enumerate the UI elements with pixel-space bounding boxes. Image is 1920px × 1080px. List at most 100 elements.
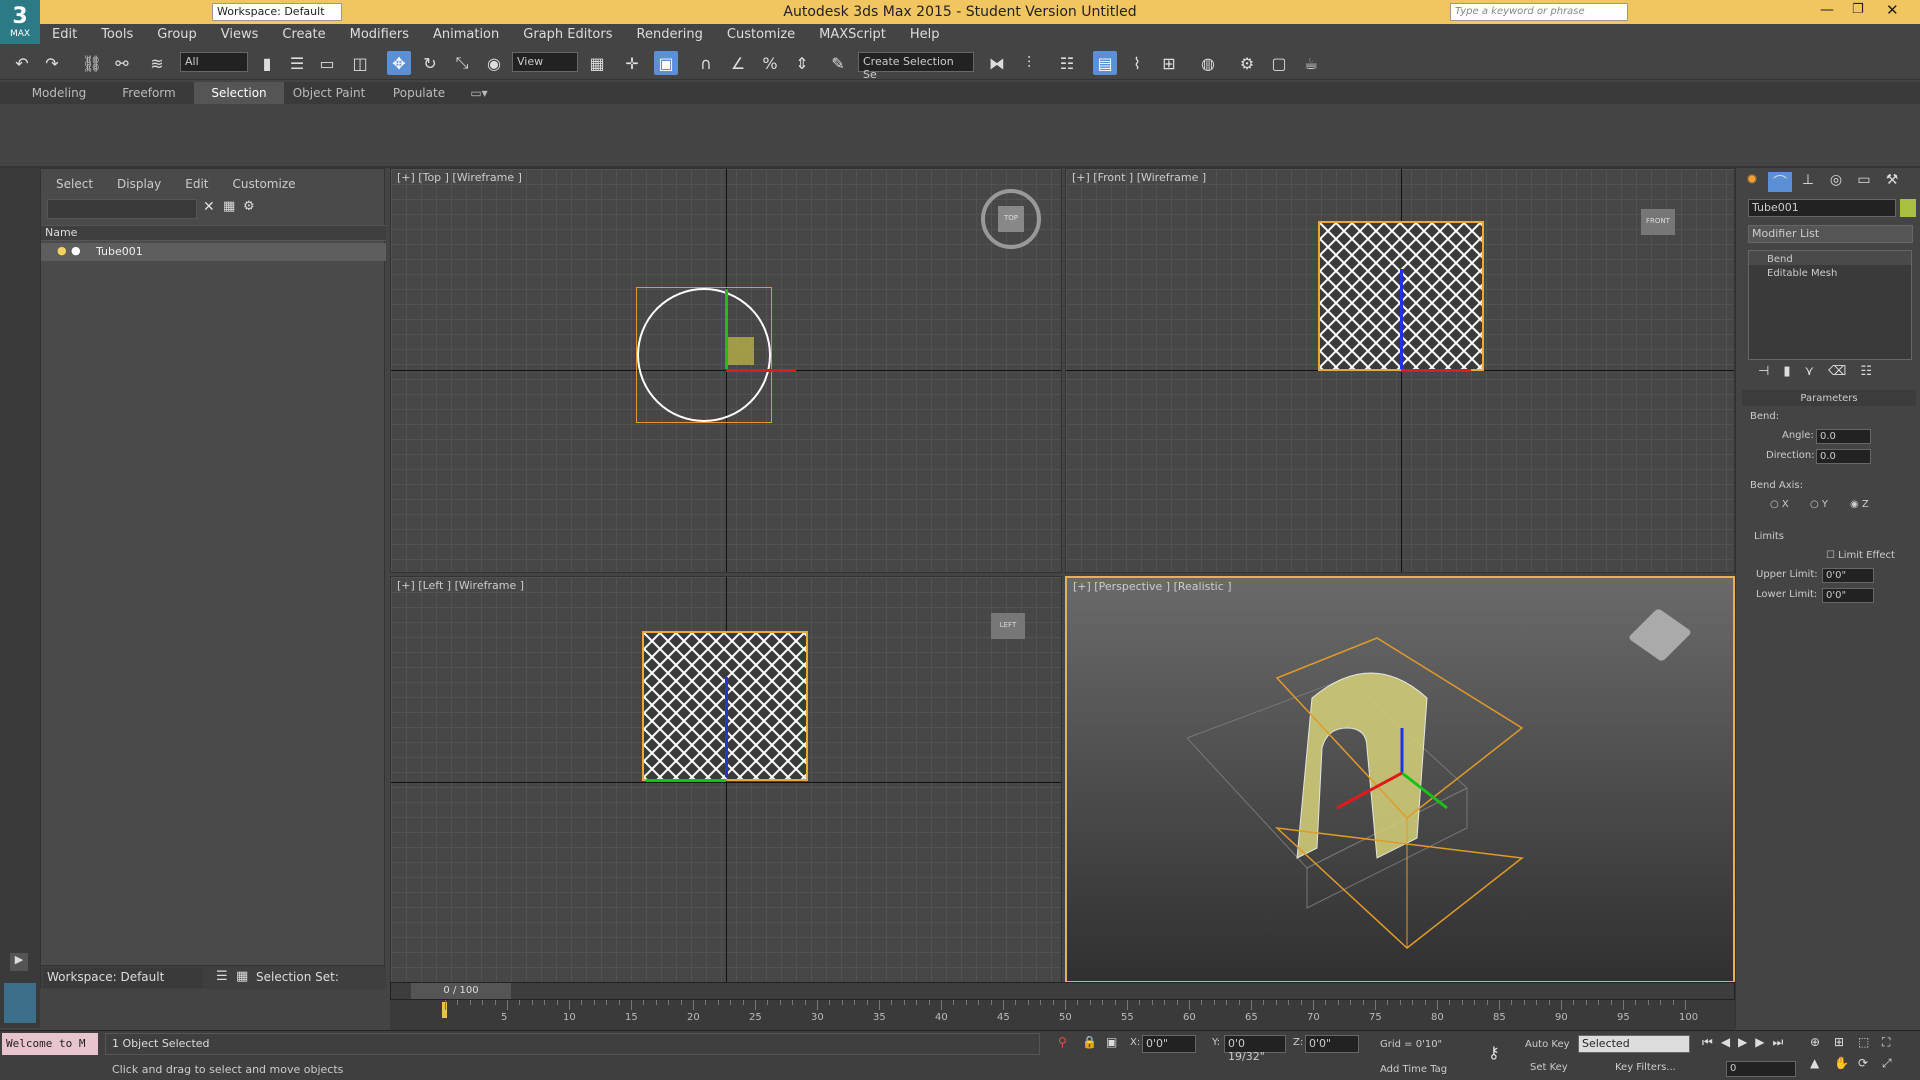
tab-freeform[interactable]: Freeform — [104, 82, 194, 104]
zoom-extents-all-icon[interactable]: ⛶ — [1882, 1035, 1906, 1050]
search-input[interactable]: Type a keyword or phrase — [1450, 3, 1628, 21]
reference-coordinate-dropdown[interactable]: View — [512, 52, 578, 72]
current-frame-field[interactable]: 0 — [1726, 1061, 1796, 1077]
layers-icon[interactable]: ☰ — [216, 969, 228, 984]
lower-limit-spinner[interactable]: 0'0" — [1822, 588, 1874, 603]
lock-icon[interactable]: 🔒 — [1082, 1035, 1097, 1049]
hierarchy-icon[interactable]: ⚙ — [243, 199, 255, 214]
curve-editor-icon[interactable]: ⌇ — [1125, 51, 1149, 75]
zoom-extents-icon[interactable]: ⬚ — [1858, 1035, 1882, 1050]
zoom-icon[interactable]: ⊕ — [1810, 1035, 1834, 1050]
viewport-label[interactable]: [+] [Left ] [Wireframe ] — [397, 579, 524, 592]
auto-key-button[interactable]: Auto Key — [1525, 1039, 1570, 1050]
key-filters-button[interactable]: Key Filters... — [1615, 1062, 1676, 1073]
pan-icon[interactable]: ✋ — [1834, 1056, 1858, 1071]
go-to-start-icon[interactable]: ⏮ — [1702, 1035, 1713, 1050]
gizmo-x-axis[interactable] — [1401, 369, 1471, 372]
select-by-name-icon[interactable]: ☰ — [285, 51, 309, 75]
tab-object-paint[interactable]: Object Paint — [284, 82, 374, 104]
manipulate-icon[interactable]: ✛ — [620, 51, 644, 75]
gizmo-y-axis[interactable] — [725, 289, 728, 369]
tab-modeling[interactable]: Modeling — [14, 82, 104, 104]
ribbon-options-icon[interactable]: ▭▾ — [464, 82, 494, 104]
clear-search-icon[interactable]: ✕ — [203, 199, 215, 215]
menu-animation[interactable]: Animation — [421, 24, 511, 46]
scene-tab-edit[interactable]: Edit — [185, 177, 208, 191]
remove-modifier-icon[interactable]: ⌫ — [1828, 364, 1846, 386]
percent-snap-icon[interactable]: % — [758, 51, 782, 75]
add-time-tag[interactable]: Add Time Tag — [1380, 1064, 1447, 1075]
upper-limit-spinner[interactable]: 0'0" — [1822, 568, 1874, 583]
x-coordinate[interactable]: 0'0" — [1142, 1035, 1196, 1053]
next-frame-icon[interactable]: ▶ — [1755, 1035, 1764, 1050]
scene-explorer-toggle-icon[interactable] — [4, 983, 36, 1023]
align-icon[interactable]: ⫶ — [1017, 51, 1041, 75]
maximize-viewport-icon[interactable]: ⤢ — [1882, 1056, 1906, 1071]
stack-item-editable-mesh[interactable]: Editable Mesh — [1749, 265, 1911, 279]
menu-help[interactable]: Help — [898, 24, 952, 46]
menu-group[interactable]: Group — [145, 24, 209, 46]
scene-search-input[interactable] — [47, 199, 197, 219]
gizmo-z-axis[interactable] — [725, 677, 728, 777]
name-column-header[interactable]: Name — [41, 225, 386, 241]
previous-frame-icon[interactable]: ◀ — [1721, 1035, 1730, 1050]
rect-selection-icon[interactable]: ▭ — [315, 51, 339, 75]
menu-tools[interactable]: Tools — [89, 24, 145, 46]
menu-customize[interactable]: Customize — [715, 24, 807, 46]
limit-effect-checkbox[interactable]: ☐ Limit Effect — [1826, 550, 1895, 561]
layer-manager-icon[interactable]: ☷ — [1055, 51, 1079, 75]
viewport-front[interactable]: [+] [Front ] [Wireframe ] FRONT — [1065, 168, 1735, 573]
modifier-list-dropdown[interactable]: Modifier List — [1748, 225, 1913, 243]
menu-rendering[interactable]: Rendering — [625, 24, 715, 46]
close-icon[interactable]: ✕ — [1886, 1, 1899, 19]
menu-edit[interactable]: Edit — [40, 24, 89, 46]
scene-tab-display[interactable]: Display — [117, 177, 161, 191]
field-of-view-icon[interactable]: ▲ — [1810, 1056, 1834, 1071]
isolate-icon[interactable]: ⚲ — [1058, 1035, 1067, 1049]
motion-tab-icon[interactable]: ◎ — [1824, 172, 1848, 192]
go-to-end-icon[interactable]: ⏭ — [1773, 1035, 1784, 1050]
menu-views[interactable]: Views — [209, 24, 271, 46]
show-end-result-icon[interactable]: ▮ — [1783, 364, 1790, 386]
zoom-all-icon[interactable]: ⊞ — [1834, 1035, 1858, 1050]
angle-snap-icon[interactable]: ∠ — [726, 51, 750, 75]
axis-x-radio[interactable]: ○ X — [1770, 499, 1789, 510]
scene-tab-select[interactable]: Select — [56, 177, 93, 191]
menu-modifiers[interactable]: Modifiers — [338, 24, 421, 46]
viewport-perspective[interactable]: [+] [Perspective ] [Realistic ] — [1065, 576, 1735, 983]
gizmo-y-axis[interactable] — [646, 779, 726, 782]
axis-y-radio[interactable]: ○ Y — [1810, 499, 1828, 510]
viewport-top[interactable]: [+] [Top ] [Wireframe ] TOP — [390, 168, 1062, 573]
scene-explorer-icon[interactable]: ▤ — [1093, 51, 1117, 75]
selection-filter-dropdown[interactable]: All — [180, 52, 248, 72]
modify-tab-icon[interactable]: ⌒ — [1768, 172, 1792, 192]
parameters-rollout-header[interactable]: Parameters — [1742, 390, 1916, 406]
select-move-icon[interactable]: ✥ — [387, 51, 411, 75]
window-crossing-icon[interactable]: ◫ — [348, 51, 372, 75]
redo-icon[interactable]: ↷ — [40, 51, 64, 75]
unlink-icon[interactable]: ⚯ — [110, 51, 134, 75]
absolute-mode-icon[interactable]: ▣ — [1106, 1035, 1117, 1049]
hierarchy-tab-icon[interactable]: ⊥ — [1796, 172, 1820, 192]
bind-space-warp-icon[interactable]: ≋ — [145, 51, 169, 75]
track-bar[interactable]: 5 10 15 20 25 30 35 40 45 50 55 60 65 70 75 80 85 90 95 100 — [390, 1000, 1735, 1030]
mirror-icon[interactable]: ⧓ — [985, 51, 1009, 75]
select-object-icon[interactable]: ▮ — [255, 51, 279, 75]
maximize-button[interactable]: ❐ — [1852, 2, 1864, 17]
axis-z-radio[interactable]: ◉ Z — [1850, 499, 1869, 510]
object-color-swatch[interactable] — [1900, 199, 1916, 217]
list-item[interactable]: ● ● Tube001 — [41, 243, 386, 261]
snaps-toggle-icon[interactable]: ∩ — [694, 51, 718, 75]
gizmo-plane[interactable] — [726, 337, 754, 365]
play-icon[interactable]: ▶ — [1738, 1035, 1747, 1050]
configure-modifier-sets-icon[interactable]: ☷ — [1860, 364, 1872, 386]
visibility-icon[interactable]: ● — [71, 244, 81, 257]
angle-spinner[interactable]: 0.0 — [1816, 429, 1871, 444]
maxscript-listener[interactable]: Welcome to M — [2, 1033, 98, 1055]
y-coordinate[interactable]: 0'0 19/32" — [1224, 1035, 1286, 1063]
rendered-frame-window-icon[interactable]: ▢ — [1267, 51, 1291, 75]
pivot-center-icon[interactable]: ▦ — [585, 51, 609, 75]
z-coordinate[interactable]: 0'0" — [1305, 1035, 1359, 1053]
filter-icon[interactable]: ▦ — [223, 199, 235, 214]
make-unique-icon[interactable]: ⋎ — [1804, 364, 1814, 386]
